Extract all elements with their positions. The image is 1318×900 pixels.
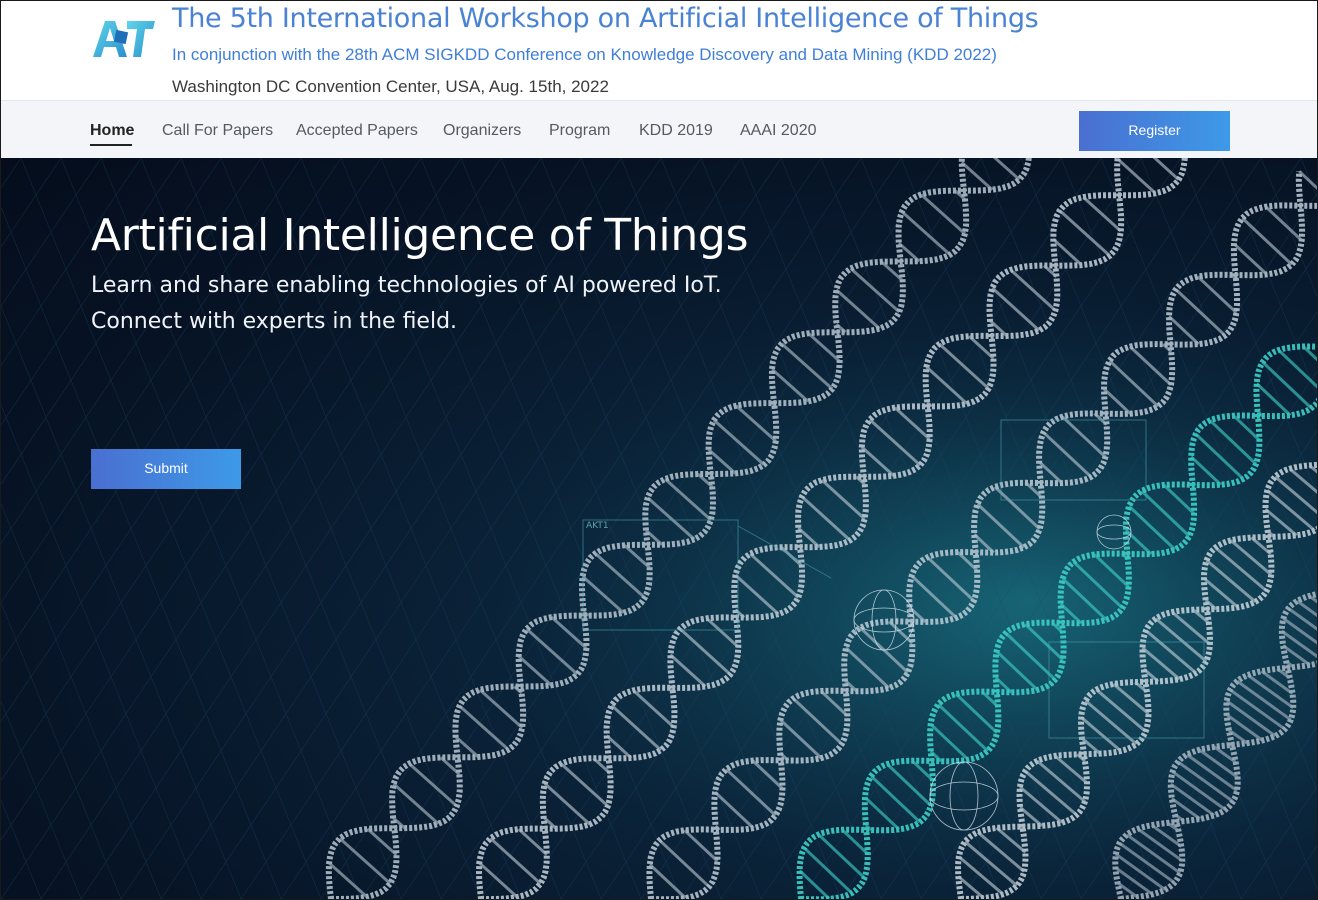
nav-item-kdd-2019[interactable]: KDD 2019 — [639, 122, 713, 140]
nav-active-indicator — [90, 144, 132, 146]
dna-background-image: AKT1 — [1, 158, 1317, 899]
submit-button[interactable]: Submit — [91, 449, 241, 489]
nav-item-organizers[interactable]: Organizers — [443, 122, 521, 140]
hud-label: AKT1 — [586, 521, 609, 531]
site-venue: Washington DC Convention Center, USA, Au… — [172, 77, 609, 96]
register-button[interactable]: Register — [1079, 111, 1230, 151]
aiot-logo-icon[interactable] — [91, 17, 157, 59]
nav-item-aaai-2020[interactable]: AAAI 2020 — [740, 122, 817, 140]
hero-tagline-2: Connect with experts in the field. — [91, 309, 458, 334]
main-nav: Home Call For Papers Accepted Papers Org… — [1, 100, 1317, 159]
hero-banner: AKT1 Artificial Intelligence of Things L… — [1, 158, 1317, 899]
hero-tagline-1: Learn and share enabling technologies of… — [91, 273, 722, 298]
site-header: The 5th International Workshop on Artifi… — [1, 1, 1317, 100]
site-title: The 5th International Workshop on Artifi… — [172, 3, 1039, 34]
nav-item-home[interactable]: Home — [90, 122, 134, 140]
hero-title: Artificial Intelligence of Things — [91, 210, 749, 261]
nav-item-accepted-papers[interactable]: Accepted Papers — [296, 122, 418, 140]
nav-item-call-for-papers[interactable]: Call For Papers — [162, 122, 273, 140]
site-subtitle: In conjunction with the 28th ACM SIGKDD … — [172, 45, 997, 64]
nav-item-program[interactable]: Program — [549, 122, 610, 140]
page-frame: The 5th International Workshop on Artifi… — [0, 0, 1318, 900]
